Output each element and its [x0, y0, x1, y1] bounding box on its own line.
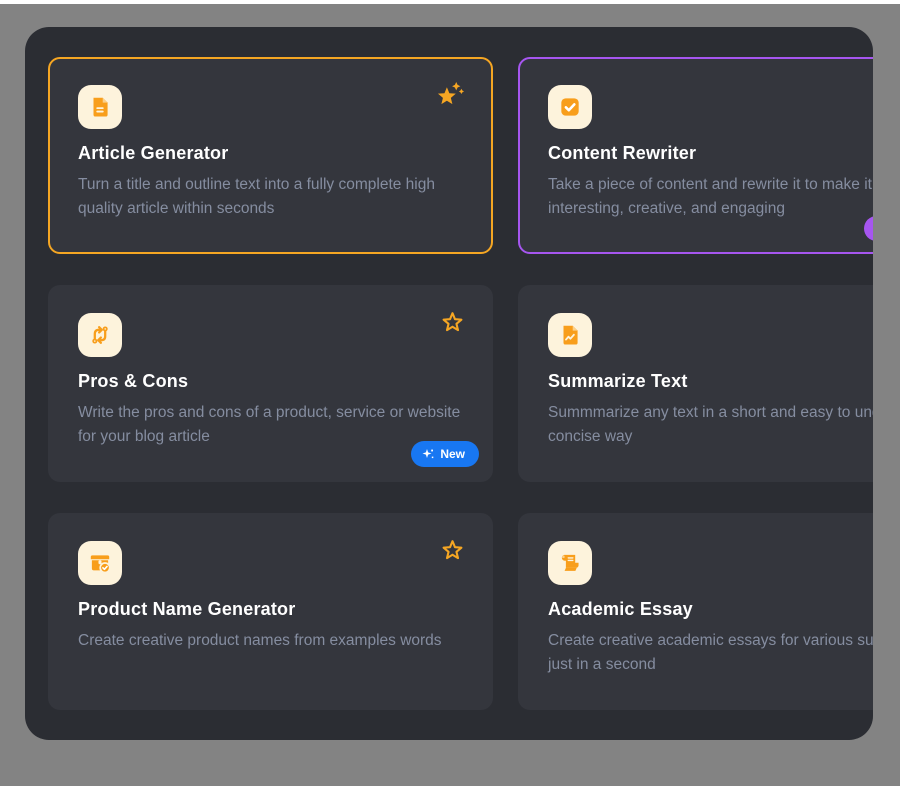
- window-top-strip: [0, 0, 900, 4]
- card-pros-and-cons[interactable]: Pros & Cons Write the pros and cons of a…: [48, 285, 493, 482]
- favorite-star-outline-icon[interactable]: [440, 537, 465, 562]
- card-description: Create creative academic essays for vari…: [548, 629, 873, 677]
- tools-grid: Article Generator Turn a title and outli…: [48, 57, 873, 710]
- card-product-name-generator[interactable]: Product Name Generator Create creative p…: [48, 513, 493, 710]
- card-content-rewriter[interactable]: Content Rewriter Take a piece of content…: [518, 57, 873, 254]
- card-article-generator[interactable]: Article Generator Turn a title and outli…: [48, 57, 493, 254]
- card-academic-essay[interactable]: Academic Essay Create creative academic …: [518, 513, 873, 710]
- card-description: Create creative product names from examp…: [78, 629, 463, 653]
- favorite-star-filled-icon[interactable]: [435, 81, 465, 108]
- card-description: Write the pros and cons of a product, se…: [78, 401, 463, 449]
- card-title: Academic Essay: [548, 599, 873, 620]
- favorite-star-outline-icon[interactable]: [440, 309, 465, 334]
- content-panel: Article Generator Turn a title and outli…: [25, 27, 873, 740]
- card-title: Article Generator: [78, 143, 463, 164]
- card-description: Turn a title and outline text into a ful…: [78, 173, 463, 221]
- scroll-icon: [548, 541, 592, 585]
- card-summarize-text[interactable]: Summarize Text Summmarize any text in a …: [518, 285, 873, 482]
- swap-arrows-icon: [78, 313, 122, 357]
- card-description: Take a piece of content and rewrite it t…: [548, 173, 873, 221]
- card-title: Product Name Generator: [78, 599, 463, 620]
- sparkle-icon: [422, 448, 434, 460]
- card-title: Summarize Text: [548, 371, 873, 392]
- card-description: Summmarize any text in a short and easy …: [548, 401, 873, 449]
- card-title: Content Rewriter: [548, 143, 873, 164]
- package-check-icon: [78, 541, 122, 585]
- checkbox-icon: [548, 85, 592, 129]
- document-icon: [78, 85, 122, 129]
- new-badge-label: New: [440, 447, 465, 461]
- document-chart-icon: [548, 313, 592, 357]
- card-title: Pros & Cons: [78, 371, 463, 392]
- new-badge: New: [411, 441, 479, 467]
